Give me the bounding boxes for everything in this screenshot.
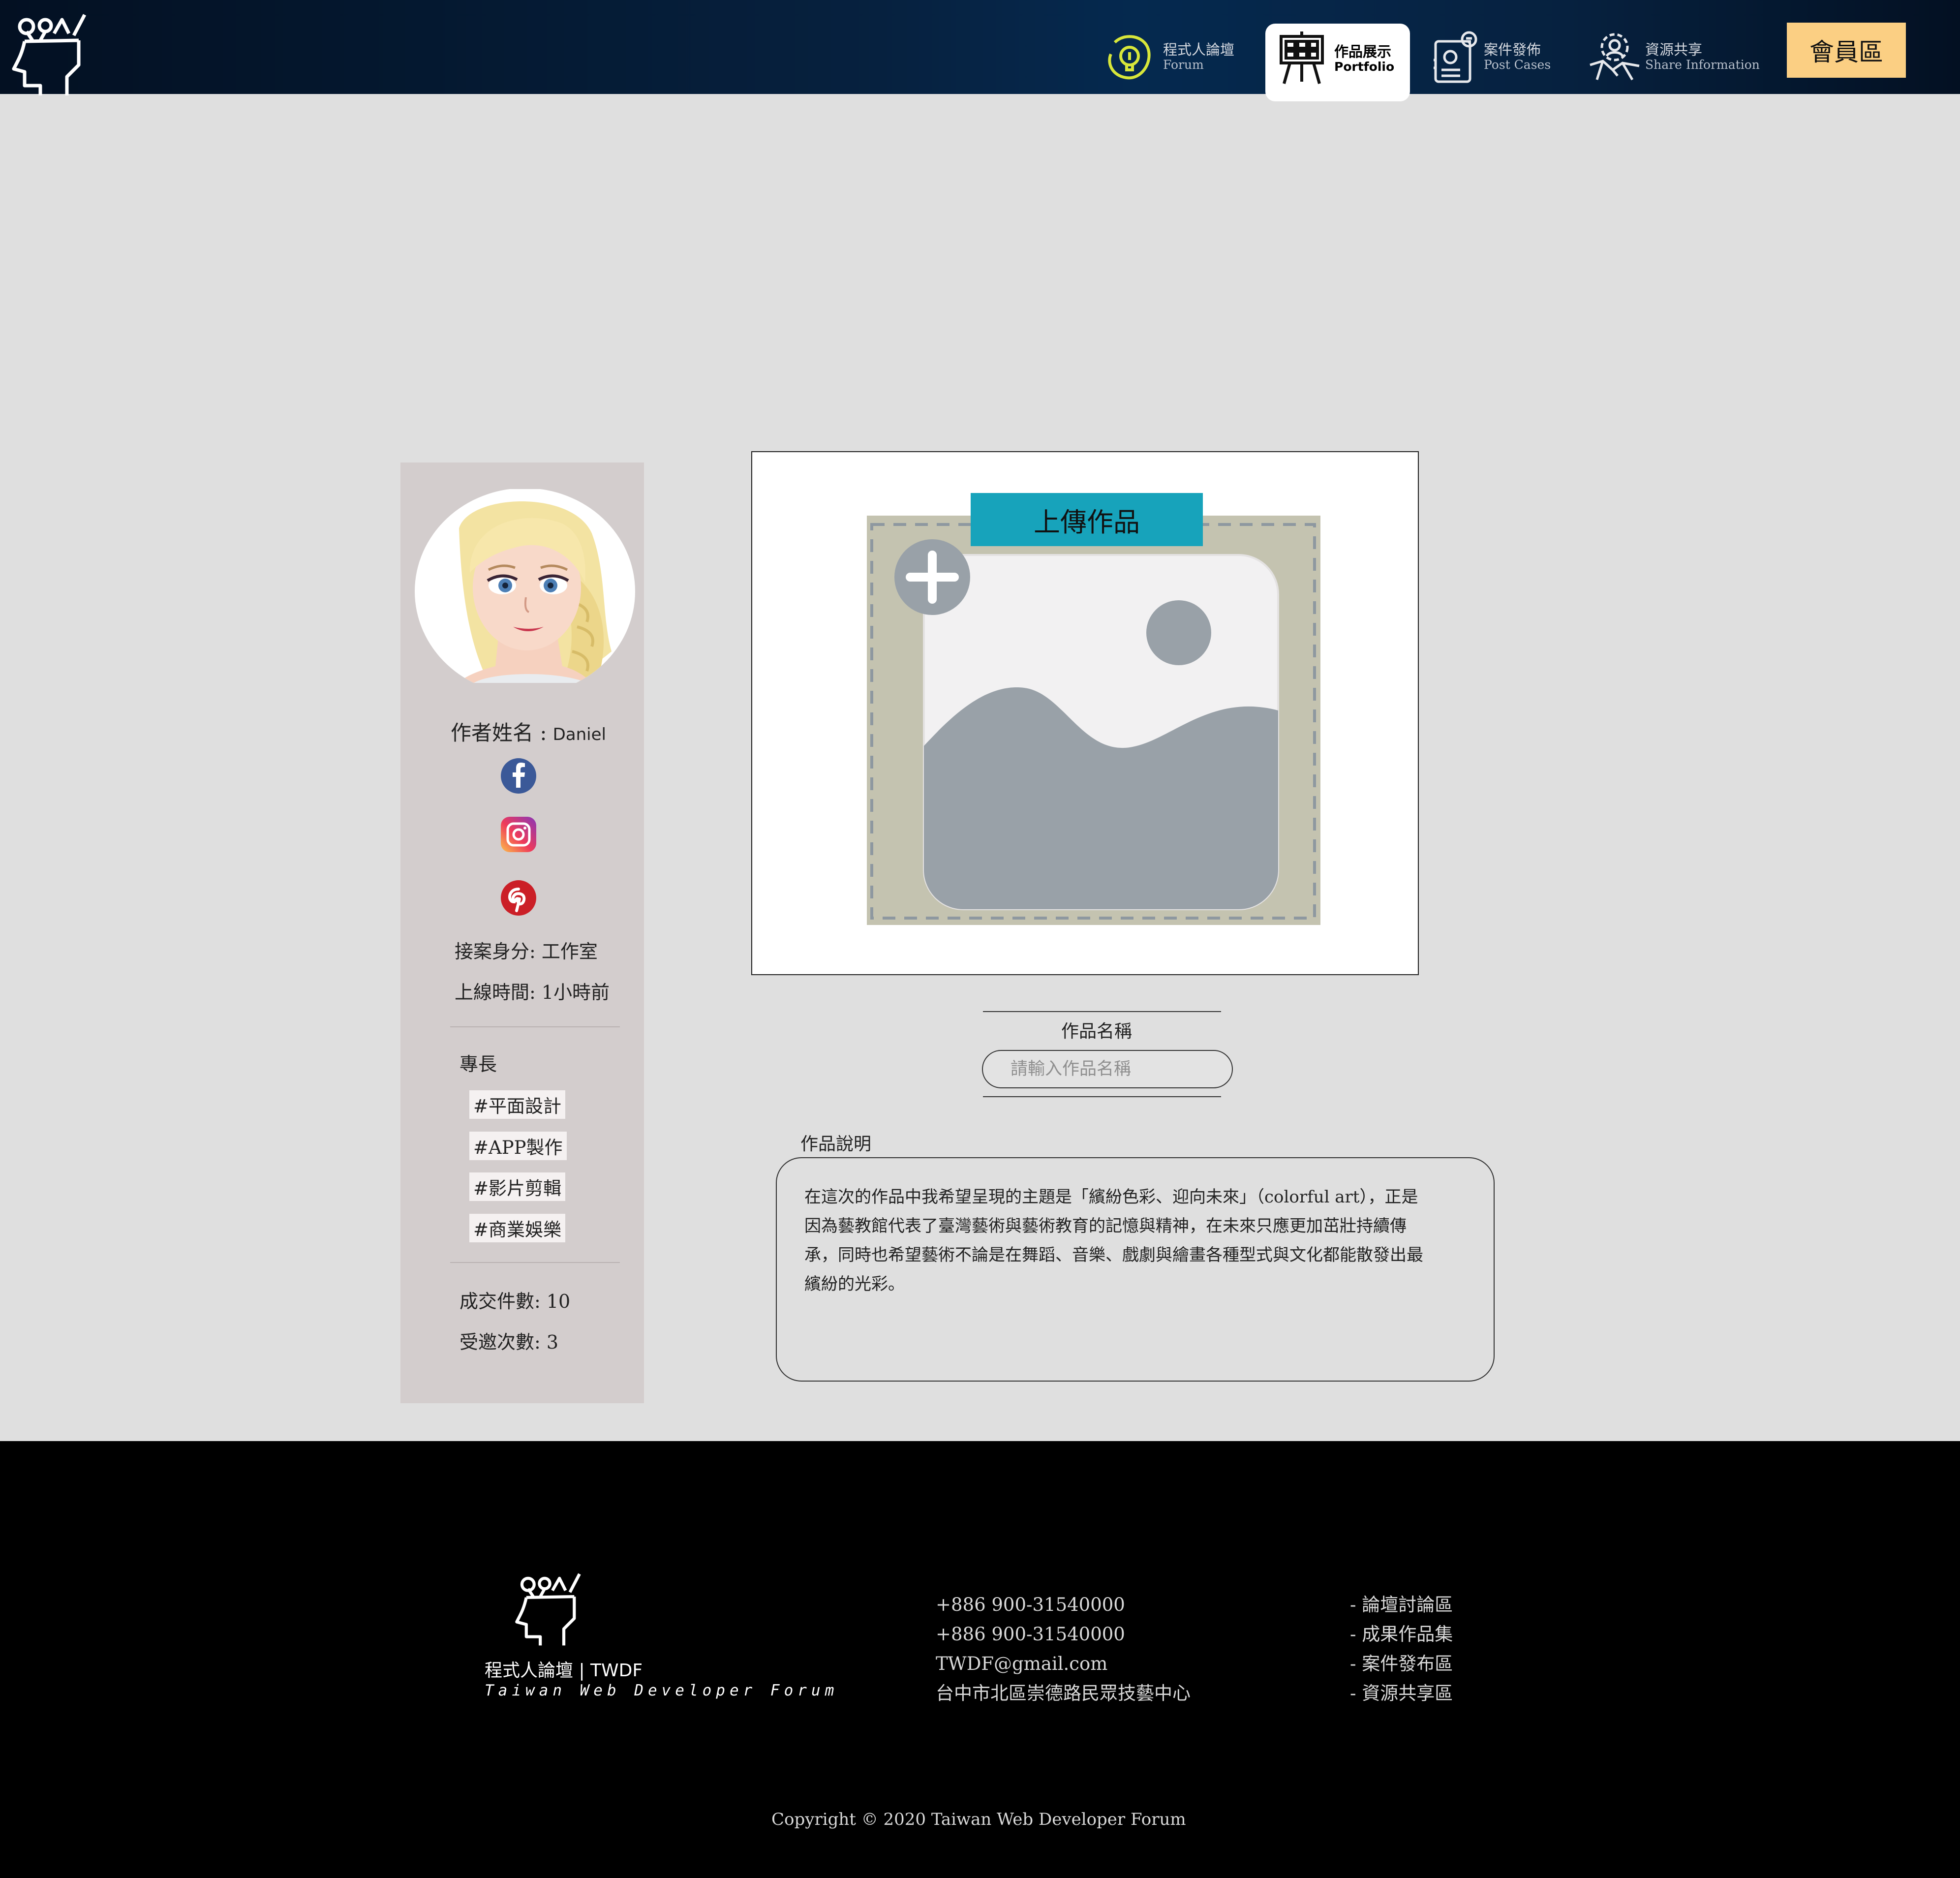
footer-copyright: Copyright © 2020 Taiwan Web Developer Fo…	[771, 1810, 1186, 1829]
name-top-rule	[983, 1011, 1221, 1012]
document-contract-icon	[1434, 31, 1477, 83]
work-name-label: 作品名稱	[1061, 1021, 1133, 1042]
skill-tag[interactable]: #商業娛樂	[469, 1214, 566, 1242]
sidebar-divider	[450, 1262, 620, 1263]
nav-forum-sublabel: Forum	[1163, 58, 1204, 72]
nav-portfolio-content[interactable]: 作品展示 Portfolio	[1279, 31, 1394, 85]
skill-tag[interactable]: #APP製作	[469, 1132, 567, 1160]
author-name-label: 作者姓名 :	[451, 721, 547, 745]
footer-email[interactable]: TWDF@gmail.com	[936, 1649, 1191, 1679]
footer-brand-subtitle: Taiwan Web Developer Forum	[485, 1682, 839, 1699]
upload-work-title: 上傳作品	[971, 493, 1203, 546]
nav-share-sublabel: Share Information	[1645, 58, 1760, 72]
author-name-row: 作者姓名 : Daniel	[451, 716, 606, 746]
footer-brand: 程式人論壇 | TWDF	[485, 1661, 643, 1681]
nav-share-information[interactable]: 資源共享 Share Information	[1588, 31, 1760, 84]
name-bottom-rule	[983, 1096, 1221, 1097]
nav-share-label: 資源共享	[1645, 41, 1703, 58]
author-name: Daniel	[552, 725, 606, 744]
online-time: 上線時間: 1小時前	[455, 982, 610, 1003]
skill-tag[interactable]: #影片剪輯	[469, 1172, 566, 1201]
nav-cases-label: 案件發佈	[1484, 41, 1541, 58]
work-name-input[interactable]	[982, 1050, 1233, 1088]
deal-count: 成交件數: 10	[459, 1291, 571, 1312]
nav-post-cases[interactable]: 案件發佈 Post Cases	[1433, 31, 1551, 84]
add-image-plus-icon[interactable]	[894, 539, 970, 615]
footer-links: - 論壇討論區 - 成果作品集 - 案件發布區 - 資源共享區	[1350, 1590, 1453, 1708]
nav-cases-sublabel: Post Cases	[1484, 58, 1551, 72]
facebook-icon[interactable]	[501, 758, 536, 794]
easel-icon	[1280, 31, 1324, 84]
nav-forum[interactable]: 程式人論壇 Forum	[1105, 32, 1234, 82]
handshake-gear-icon	[1590, 33, 1640, 81]
nav-portfolio-label: 作品展示	[1334, 43, 1392, 60]
footer-address: 台中市北區崇德路民眾技藝中心	[936, 1683, 1191, 1704]
footer-link-forum[interactable]: - 論壇討論區	[1350, 1590, 1453, 1620]
author-avatar[interactable]	[415, 489, 635, 683]
footer-head-logo-icon	[515, 1573, 581, 1646]
invite-count: 受邀次數: 3	[459, 1331, 559, 1353]
sidebar-divider	[450, 1026, 620, 1027]
footer-link-portfolio[interactable]: - 成果作品集	[1350, 1620, 1453, 1649]
skills-heading: 專長	[459, 1053, 497, 1075]
member-area-button[interactable]: 會員區	[1787, 23, 1906, 78]
forum-bulb-icon	[1108, 35, 1151, 80]
pinterest-icon[interactable]	[501, 880, 536, 916]
footer-contact: +886 900-31540000 +886 900-31540000 TWDF…	[936, 1590, 1191, 1708]
nav-portfolio-sublabel: Portfolio	[1334, 60, 1395, 74]
head-logo-icon[interactable]	[11, 12, 89, 95]
instagram-icon[interactable]	[501, 817, 536, 852]
job-role: 接案身分: 工作室	[455, 941, 598, 962]
nav-forum-label: 程式人論壇	[1163, 41, 1235, 58]
footer-link-cases[interactable]: - 案件發布區	[1350, 1649, 1453, 1679]
work-description-label: 作品說明	[800, 1134, 872, 1154]
footer-link-share[interactable]: - 資源共享區	[1350, 1679, 1453, 1708]
footer-phone: +886 900-31540000	[936, 1594, 1125, 1615]
footer-phone: +886 900-31540000	[936, 1624, 1125, 1645]
work-description-box[interactable]: 在這次的作品中我希望呈現的主題是「繽紛色彩、迎向未來」（colorful art…	[776, 1157, 1495, 1382]
skill-tag[interactable]: #平面設計	[469, 1090, 566, 1119]
work-description-text: 在這次的作品中我希望呈現的主題是「繽紛色彩、迎向未來」（colorful art…	[804, 1187, 1423, 1294]
